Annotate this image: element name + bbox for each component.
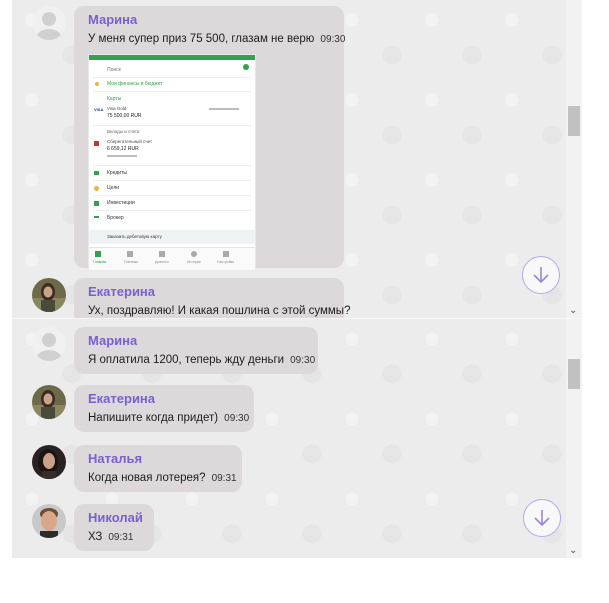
message-text: Ух, поздравляю! И какая пошлина с этой с… <box>88 305 351 317</box>
message-time: 09:30 <box>290 355 316 366</box>
user-avatar-photo[interactable] <box>32 278 66 312</box>
tab-label: История <box>187 260 201 264</box>
app-status-bar <box>89 55 255 60</box>
sender-name[interactable]: Екатерина <box>88 284 330 300</box>
goal-icon <box>94 186 99 191</box>
chevron-down-icon[interactable]: ⌄ <box>569 306 577 316</box>
scrollbar-thumb[interactable] <box>568 106 580 136</box>
user-avatar-photo[interactable] <box>32 385 66 419</box>
message-text: Напишите когда придет) 09:30 <box>88 412 249 424</box>
attached-screenshot[interactable]: Поиск Мои финансы в бюджет Карты VISA Vi… <box>88 54 256 270</box>
sender-name[interactable]: Марина <box>88 12 330 28</box>
message-time: 09:31 <box>211 473 237 484</box>
app-menu-item: Брокер <box>107 215 124 221</box>
tab-label: Диалоги <box>155 260 169 264</box>
account-icon <box>94 141 99 146</box>
app-notification-icon <box>243 64 249 70</box>
message-time: 09:31 <box>108 532 134 543</box>
app-footer-text: Заказать дебетовую карту <box>107 234 162 239</box>
tab-label: Платежи <box>124 260 139 264</box>
sender-name[interactable]: Наталья <box>88 451 228 467</box>
message-text: ХЗ 09:31 <box>88 531 140 543</box>
message-bubble: Екатерина Ух, поздравляю! И какая пошлин… <box>74 278 351 318</box>
app-menu-item: Цели <box>107 185 120 191</box>
message-text: Когда новая лотерея? 09:31 <box>88 472 237 484</box>
chat-pane-top: Марина У меня супер приз 75 500, глазам … <box>12 0 582 318</box>
scroll-down-button[interactable] <box>522 256 560 294</box>
app-menu-item: Вклады и счета <box>107 129 140 134</box>
finance-icon <box>95 82 99 86</box>
message-time: 09:30 <box>224 413 250 424</box>
app-tab-bar: Главная Платежи Диалоги История Настройк… <box>89 247 255 270</box>
investment-icon <box>94 201 99 206</box>
message-bubble: Марина Я оплатила 1200, теперь жду деньг… <box>74 327 318 374</box>
settings-tab-icon <box>223 251 229 257</box>
sender-name[interactable]: Екатерина <box>88 391 240 407</box>
tab-label: Главная <box>93 260 107 264</box>
tab-label: Настройки <box>217 260 235 264</box>
payments-tab-icon <box>127 251 133 257</box>
account-label: Сберегательный счет <box>107 139 153 144</box>
chat-pane-bottom: Марина Я оплатила 1200, теперь жду деньг… <box>12 318 582 558</box>
user-avatar-photo[interactable] <box>32 445 66 479</box>
message-text: Я оплатила 1200, теперь жду деньги 09:30 <box>88 354 315 366</box>
scrollbar-top[interactable]: ⌄ <box>566 0 582 318</box>
credit-icon <box>94 171 99 175</box>
sender-name[interactable]: Марина <box>88 333 304 349</box>
visa-logo-icon: VISA <box>94 107 104 112</box>
app-menu-item: Инвестиции <box>107 200 135 206</box>
scroll-down-button[interactable] <box>523 499 561 537</box>
message-time: 09:30 <box>320 34 346 45</box>
sender-name[interactable]: Николай <box>88 510 143 526</box>
account-amount: 6 659,12 RUR <box>107 146 139 152</box>
app-menu-item: Мои финансы в бюджет <box>107 81 163 87</box>
scrollbar-bottom[interactable]: ⌄ <box>566 319 582 558</box>
arrow-down-icon <box>533 267 549 284</box>
app-menu-item: Карты <box>107 96 122 102</box>
card-label: Visa Gold <box>107 106 127 111</box>
default-avatar-icon <box>32 6 66 40</box>
message-bubble: Марина У меня супер приз 75 500, глазам … <box>74 6 345 270</box>
chevron-down-icon[interactable]: ⌄ <box>569 546 577 556</box>
scrollbar-thumb[interactable] <box>568 359 580 389</box>
app-menu-item: Кредиты <box>107 170 127 176</box>
message-body: Напишите когда придет) <box>88 412 219 424</box>
message-body: Когда новая лотерея? <box>88 472 206 484</box>
message-body: ХЗ <box>88 531 103 543</box>
card-amount: 75 500,00 RUR <box>107 113 142 119</box>
default-avatar-icon <box>32 327 66 361</box>
dialogs-tab-icon <box>159 251 165 257</box>
message-body: У меня супер приз 75 500, глазам не верю <box>88 33 315 45</box>
history-tab-icon <box>191 251 197 257</box>
message-bubble: Екатерина Напишите когда придет) 09:30 <box>74 385 254 432</box>
home-tab-icon <box>95 251 101 257</box>
message-bubble: Наталья Когда новая лотерея? 09:31 <box>74 445 242 492</box>
message-body: Я оплатила 1200, теперь жду деньги <box>88 354 285 366</box>
message-bubble: Николай ХЗ 09:31 <box>74 504 154 551</box>
user-avatar-photo[interactable] <box>32 504 66 538</box>
message-text: У меня супер приз 75 500, глазам не верю… <box>88 33 345 45</box>
app-menu-item: Поиск <box>107 67 121 73</box>
broker-icon <box>94 216 99 218</box>
arrow-down-icon <box>534 510 550 527</box>
